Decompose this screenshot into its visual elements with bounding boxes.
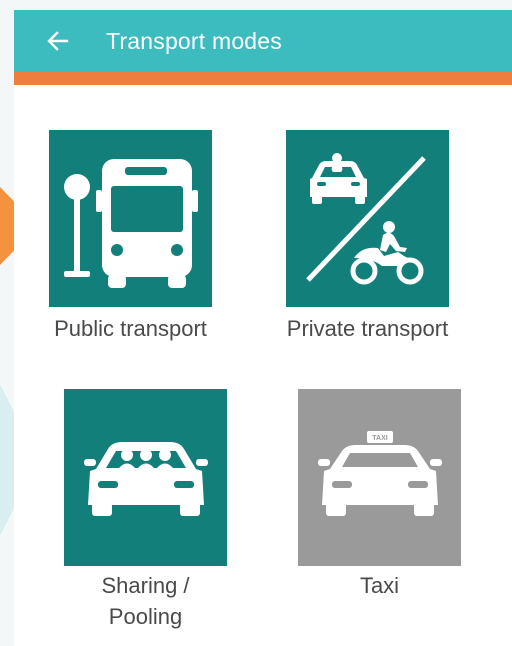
mode-label: Taxi xyxy=(359,573,400,598)
mode-tile-private-transport[interactable]: Private transport xyxy=(286,130,449,344)
mode-tile-taxi[interactable]: TAXI Taxi xyxy=(298,389,461,601)
app-bar: Transport modes xyxy=(14,10,512,72)
back-button[interactable] xyxy=(32,15,84,67)
mode-tile-sharing-pooling[interactable]: Sharing / Pooling xyxy=(64,389,227,632)
mode-label: Private transport xyxy=(286,316,449,341)
arrow-left-icon xyxy=(47,31,69,51)
taxi-icon: TAXI xyxy=(298,389,461,566)
page-title: Transport modes xyxy=(106,27,282,54)
taxi-sign-text: TAXI xyxy=(372,435,387,442)
mode-tile-public-transport[interactable]: Public transport xyxy=(49,130,212,344)
mode-label-line2: Pooling xyxy=(108,604,183,629)
transport-modes-screen: Public transport Private transport Shari… xyxy=(14,85,512,646)
mode-label: Public transport xyxy=(54,316,207,341)
bus-stop-icon xyxy=(49,130,212,307)
mode-label-line1: Sharing / xyxy=(101,573,190,598)
shared-car-icon xyxy=(64,389,227,566)
car-motorbike-icon xyxy=(286,130,449,307)
app-bar-accent-stripe xyxy=(14,72,512,85)
stage: Transport modes Public transport Private… xyxy=(0,0,512,646)
